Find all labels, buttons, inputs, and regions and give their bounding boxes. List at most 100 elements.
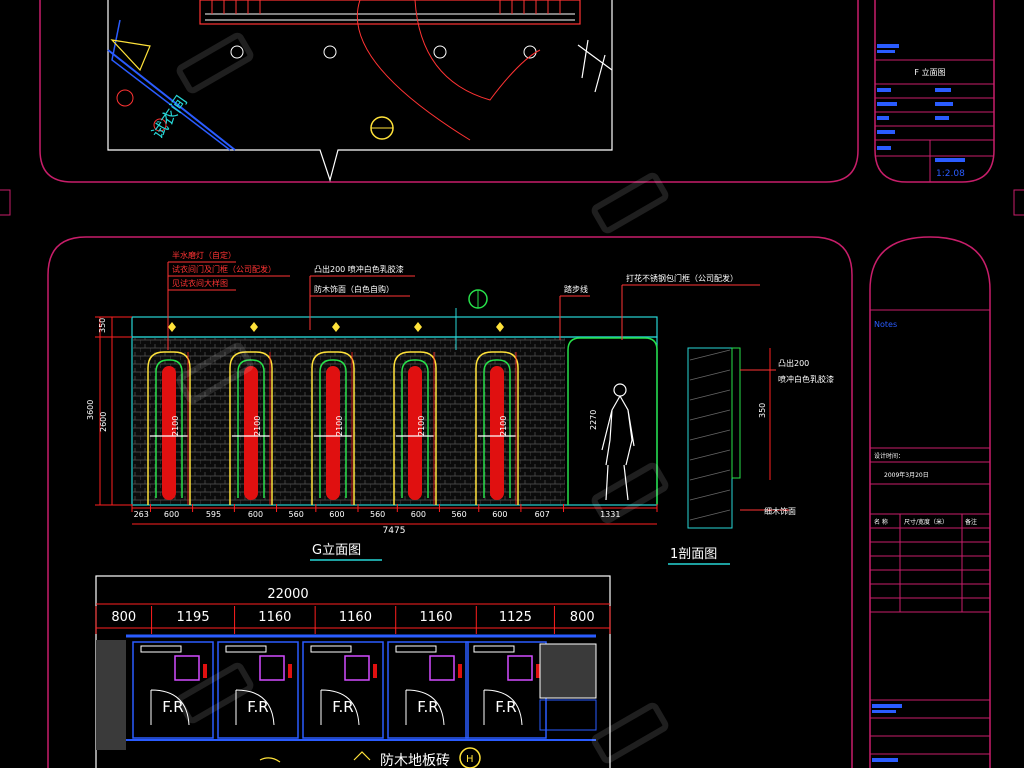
callout-text: 见试衣间大样图 xyxy=(172,278,228,288)
lamp-icon xyxy=(496,322,504,332)
table-header-note: 备注 xyxy=(965,518,977,526)
plan-seat-icon xyxy=(429,655,455,681)
lamp-icon xyxy=(332,322,340,332)
plan-bench xyxy=(473,645,515,653)
top-title-block-border xyxy=(874,0,995,183)
elevation-top-band xyxy=(131,316,658,338)
plan-mirror xyxy=(373,664,377,678)
plan-room-cell xyxy=(132,641,214,739)
middle-title-block-border xyxy=(869,236,991,768)
plan-mirror xyxy=(458,664,462,678)
callout-text: 试衣间门及门框（公司配发） xyxy=(172,264,276,274)
plan-marker-letter: H xyxy=(466,754,474,765)
middle-title-block xyxy=(870,309,990,755)
door-height-label: 2100 xyxy=(335,416,344,436)
dim-overall-width: 7475 xyxy=(383,526,406,536)
plan-bench xyxy=(310,645,352,653)
dim-segment-label: 600 xyxy=(248,510,263,519)
table-header-name: 名 称 xyxy=(874,518,888,526)
column-marker xyxy=(323,45,337,59)
door-height-label: 2100 xyxy=(499,416,508,436)
plan-seat-icon xyxy=(344,655,370,681)
crop-mark xyxy=(0,189,11,216)
plan-bench xyxy=(225,645,267,653)
plan-room-label: F.R xyxy=(247,698,268,716)
plan-dim-label: 800 xyxy=(570,610,595,625)
plan-yellow-marks xyxy=(259,751,371,763)
lamp-icon xyxy=(414,322,422,332)
top-scale: 1:2.08 xyxy=(936,169,965,179)
plan-bench xyxy=(395,645,437,653)
plan-room-cell xyxy=(387,641,469,739)
plan-dim-label: 1195 xyxy=(177,610,210,625)
top-section-marker xyxy=(370,116,394,140)
top-title-block xyxy=(875,59,994,182)
plan-bench xyxy=(140,645,182,653)
dim-segment-label: 560 xyxy=(289,510,304,519)
plan-seat-icon xyxy=(174,655,200,681)
date-value: 2009年3月20日 xyxy=(884,471,929,479)
plan-room-cell xyxy=(217,641,299,739)
column-marker xyxy=(230,45,244,59)
lamp-icon xyxy=(250,322,258,332)
plan-room-label: F.R xyxy=(417,698,438,716)
plan-room-cell xyxy=(302,641,384,739)
dim-overall-height: 3600 xyxy=(86,400,95,420)
top-sheet: 试衣间 F 立面图 1:2.08 xyxy=(39,0,995,183)
section-dim: 350 xyxy=(758,403,767,418)
table-header-size: 尺寸/宽度（米） xyxy=(904,518,948,526)
top-title-blue-marks xyxy=(877,44,965,162)
plan-segment-dims: 800 1195 1160 1160 1160 1125 800 xyxy=(95,606,611,634)
top-side-text: 试衣间 xyxy=(148,92,191,142)
top-room-outline xyxy=(107,0,613,183)
section-callout-line1: 凸出200 xyxy=(778,358,809,368)
elevation-title: G立面图 xyxy=(312,543,361,558)
plan-right-lower xyxy=(539,699,597,731)
callout-text: 踏步线 xyxy=(564,284,588,294)
plan-sheet: 22000 800 1195 1160 1160 1160 1125 800 F.R F.R F… xyxy=(95,575,611,768)
date-label: 设计时间： xyxy=(874,452,904,460)
lamp-icon xyxy=(168,322,176,332)
lamp-markers xyxy=(168,322,504,332)
top-curve-line xyxy=(414,0,541,101)
callout-text: 凸出200 喷冲白色乳胶漆 xyxy=(314,264,404,274)
plan-mirror xyxy=(288,664,292,678)
plan-room-cell xyxy=(465,641,547,739)
dim-segment-label: 560 xyxy=(370,510,385,519)
door-height-label: 2100 xyxy=(171,416,180,436)
middle-sheet: 半水磨灯（自定） 试衣间门及门框（公司配发） 见试衣间大样图 凸出200 喷冲白… xyxy=(0,189,1024,768)
dim-segment-label: 263 xyxy=(134,510,149,519)
cad-drawing-canvas: 试衣间 F 立面图 1:2.08 半水磨灯（自定） 试衣间门及门框（公司配发） … xyxy=(0,0,1024,768)
plan-wall-hatch xyxy=(96,640,126,750)
notes-label: Notes xyxy=(874,320,897,329)
top-stool-icon xyxy=(577,39,613,93)
plan-seat-icon xyxy=(259,655,285,681)
plan-right-block xyxy=(539,643,597,699)
top-yellow-wedge xyxy=(110,39,151,72)
section-callout-line2: 喷冲白色乳胶漆 xyxy=(778,374,834,384)
top-curve-line-2 xyxy=(356,0,471,141)
left-dimension-lines xyxy=(95,316,132,506)
column-marker xyxy=(433,45,447,59)
plan-mirror xyxy=(203,664,207,678)
plan-dim-label: 1160 xyxy=(419,610,452,625)
top-view-title: F 立面图 xyxy=(914,67,945,77)
top-red-circle xyxy=(116,89,134,107)
callout-text: 打花不锈钢包门框（公司配发） xyxy=(626,273,738,283)
crop-mark xyxy=(1013,189,1024,216)
plan-room-label: F.R xyxy=(495,698,516,716)
bottom-dimension-chain: 263 600 595 600 560 600 560 600 560 600 607 1331 xyxy=(131,504,658,519)
top-hangers xyxy=(211,0,561,14)
plan-dim-label: 1160 xyxy=(258,610,291,625)
plan-room-label: F.R xyxy=(332,698,353,716)
door-height-label: 2100 xyxy=(417,416,426,436)
title-block-blue-marks xyxy=(872,704,902,762)
dim-segment-label: 595 xyxy=(206,510,221,519)
dim-wall-height: 2600 xyxy=(99,412,108,432)
dim-top-band: 350 xyxy=(98,318,107,333)
dim-figure-height: 2270 xyxy=(589,410,598,430)
plan-dim-label: 1125 xyxy=(499,610,532,625)
callout-text: 半水磨灯（自定） xyxy=(172,250,236,260)
plan-elevation-marker-icon: H xyxy=(459,747,481,768)
section-bottom-note: 细木饰面 xyxy=(764,506,796,516)
